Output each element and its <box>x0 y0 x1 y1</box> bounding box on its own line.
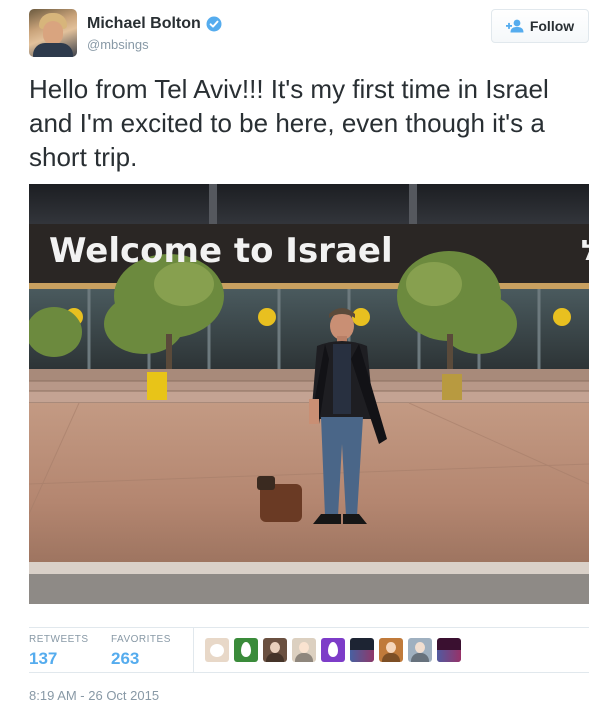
tweet-stats: RETWEETS 137 FAVORITES 263 <box>29 627 589 673</box>
retweets-count: 137 <box>29 649 58 668</box>
add-user-icon <box>505 19 524 33</box>
favorites-stat[interactable]: FAVORITES 263 <box>111 634 171 669</box>
name-row: Michael Bolton <box>87 15 222 33</box>
favoriter-person-avatar[interactable] <box>292 638 316 662</box>
favoriter-egg-avatar[interactable] <box>234 638 258 662</box>
favorites-count: 263 <box>111 649 140 668</box>
egg-icon <box>241 642 251 657</box>
tweet-text: Hello from Tel Aviv!!! It's my first tim… <box>29 74 549 172</box>
favoriter-person-avatar[interactable] <box>408 638 432 662</box>
favoriter-person-avatar[interactable] <box>263 638 287 662</box>
favoriter-egg-avatar[interactable] <box>321 638 345 662</box>
retweets-stat[interactable]: RETWEETS 137 <box>29 634 89 669</box>
scene-icon <box>350 650 374 662</box>
follow-button[interactable]: Follow <box>491 9 589 43</box>
person-icon <box>270 642 280 653</box>
display-name[interactable]: Michael Bolton <box>87 15 201 33</box>
tweet-timestamp[interactable]: 8:19 AM - 26 Oct 2015 <box>29 688 159 703</box>
favoriter-avatars <box>205 638 461 662</box>
sign-text-english: Welcome to Israel <box>49 231 393 271</box>
retweets-label: RETWEETS <box>29 634 89 645</box>
person-icon <box>299 642 309 653</box>
tweet-header: Michael Bolton @mbsings Follow <box>29 9 589 59</box>
person-icon <box>386 642 396 653</box>
egg-icon <box>328 642 338 657</box>
tweet-photo[interactable]: Welcome to Israel ברוכים הבאים לישראל <box>29 184 589 604</box>
stats-divider <box>193 628 194 672</box>
sign-text-hebrew: ברוכים הבאים לישראל <box>581 234 589 267</box>
dog-icon <box>210 644 224 657</box>
verified-badge-icon <box>206 16 222 32</box>
follow-button-label: Follow <box>529 18 575 34</box>
avatar-face <box>43 21 63 45</box>
user-handle[interactable]: @mbsings <box>87 37 149 52</box>
photo-scene: Welcome to Israel ברוכים הבאים לישראל <box>29 184 589 604</box>
avatar-shirt <box>33 43 73 57</box>
favoriter-scene-avatar[interactable] <box>437 638 461 662</box>
favorites-label: FAVORITES <box>111 634 171 645</box>
scene-icon <box>437 650 461 662</box>
favoriter-person-avatar[interactable] <box>379 638 403 662</box>
favoriter-dog-avatar[interactable] <box>205 638 229 662</box>
person-icon <box>415 642 425 653</box>
favoriter-scene-avatar[interactable] <box>350 638 374 662</box>
user-avatar[interactable] <box>29 9 77 57</box>
